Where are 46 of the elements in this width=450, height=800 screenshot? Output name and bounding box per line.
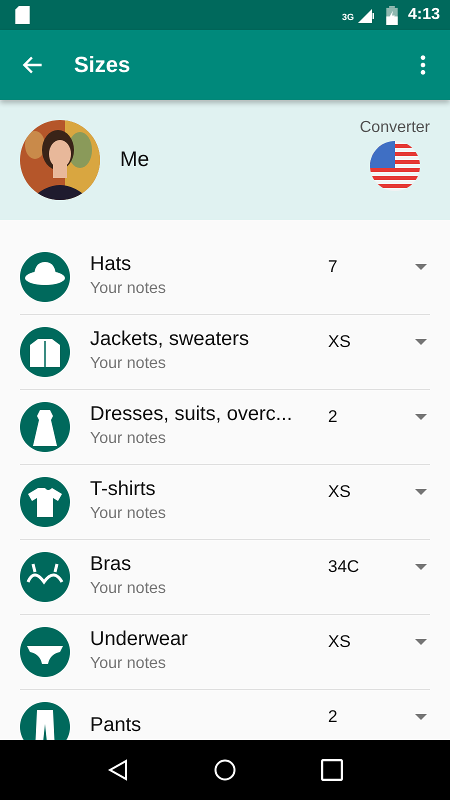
- home-icon[interactable]: [214, 759, 236, 781]
- caret-icon: [415, 564, 427, 570]
- caret-icon: [415, 264, 427, 270]
- dress-icon: [20, 402, 70, 452]
- size-dropdown[interactable]: XS: [328, 322, 430, 362]
- caret-icon: [415, 339, 427, 345]
- caret-icon: [415, 714, 427, 720]
- battery-icon: [386, 6, 398, 24]
- profile-name: Me: [120, 148, 150, 172]
- us-flag-icon[interactable]: [370, 141, 420, 191]
- tshirt-icon: [20, 477, 70, 527]
- jacket-icon: [20, 327, 70, 377]
- category-name: Pants: [90, 714, 142, 736]
- category-name: Hats: [90, 252, 132, 276]
- bra-icon: [20, 552, 70, 602]
- size-dropdown[interactable]: 7: [328, 247, 430, 287]
- notes-text: Your notes: [90, 504, 167, 522]
- category-name: Bras: [90, 552, 132, 576]
- caret-icon: [415, 414, 427, 420]
- size-dropdown[interactable]: 2: [328, 697, 430, 737]
- network-type: 3G: [342, 12, 354, 22]
- signal-icon: [358, 7, 374, 23]
- more-options-icon[interactable]: [420, 54, 426, 76]
- size-dropdown[interactable]: XS: [328, 622, 430, 662]
- caret-icon: [415, 489, 427, 495]
- notes-text: Your notes: [90, 280, 167, 298]
- clock: 4:13: [408, 6, 440, 24]
- category-name: Jackets, sweaters: [90, 328, 250, 350]
- size-dropdown[interactable]: 2: [328, 397, 430, 437]
- screen-title: Sizes: [74, 52, 132, 78]
- back-icon[interactable]: [107, 759, 130, 781]
- category-name: Underwear: [90, 628, 189, 650]
- sd-card-icon: [15, 6, 30, 24]
- caret-icon: [415, 639, 427, 645]
- converter-label: Converter: [360, 119, 430, 137]
- size-dropdown[interactable]: 34C: [328, 547, 430, 587]
- category-name: Dresses, suits, overc...: [90, 402, 294, 426]
- underwear-icon: [20, 627, 70, 677]
- notes-text: Your notes: [90, 354, 167, 372]
- size-dropdown[interactable]: XS: [328, 472, 430, 512]
- hat-icon: [20, 252, 70, 302]
- notes-text: Your notes: [90, 580, 167, 598]
- notes-text: Your notes: [90, 654, 167, 672]
- notes-text: Your notes: [90, 430, 167, 448]
- category-name: T-shirts: [90, 478, 157, 500]
- recents-icon[interactable]: [320, 759, 343, 781]
